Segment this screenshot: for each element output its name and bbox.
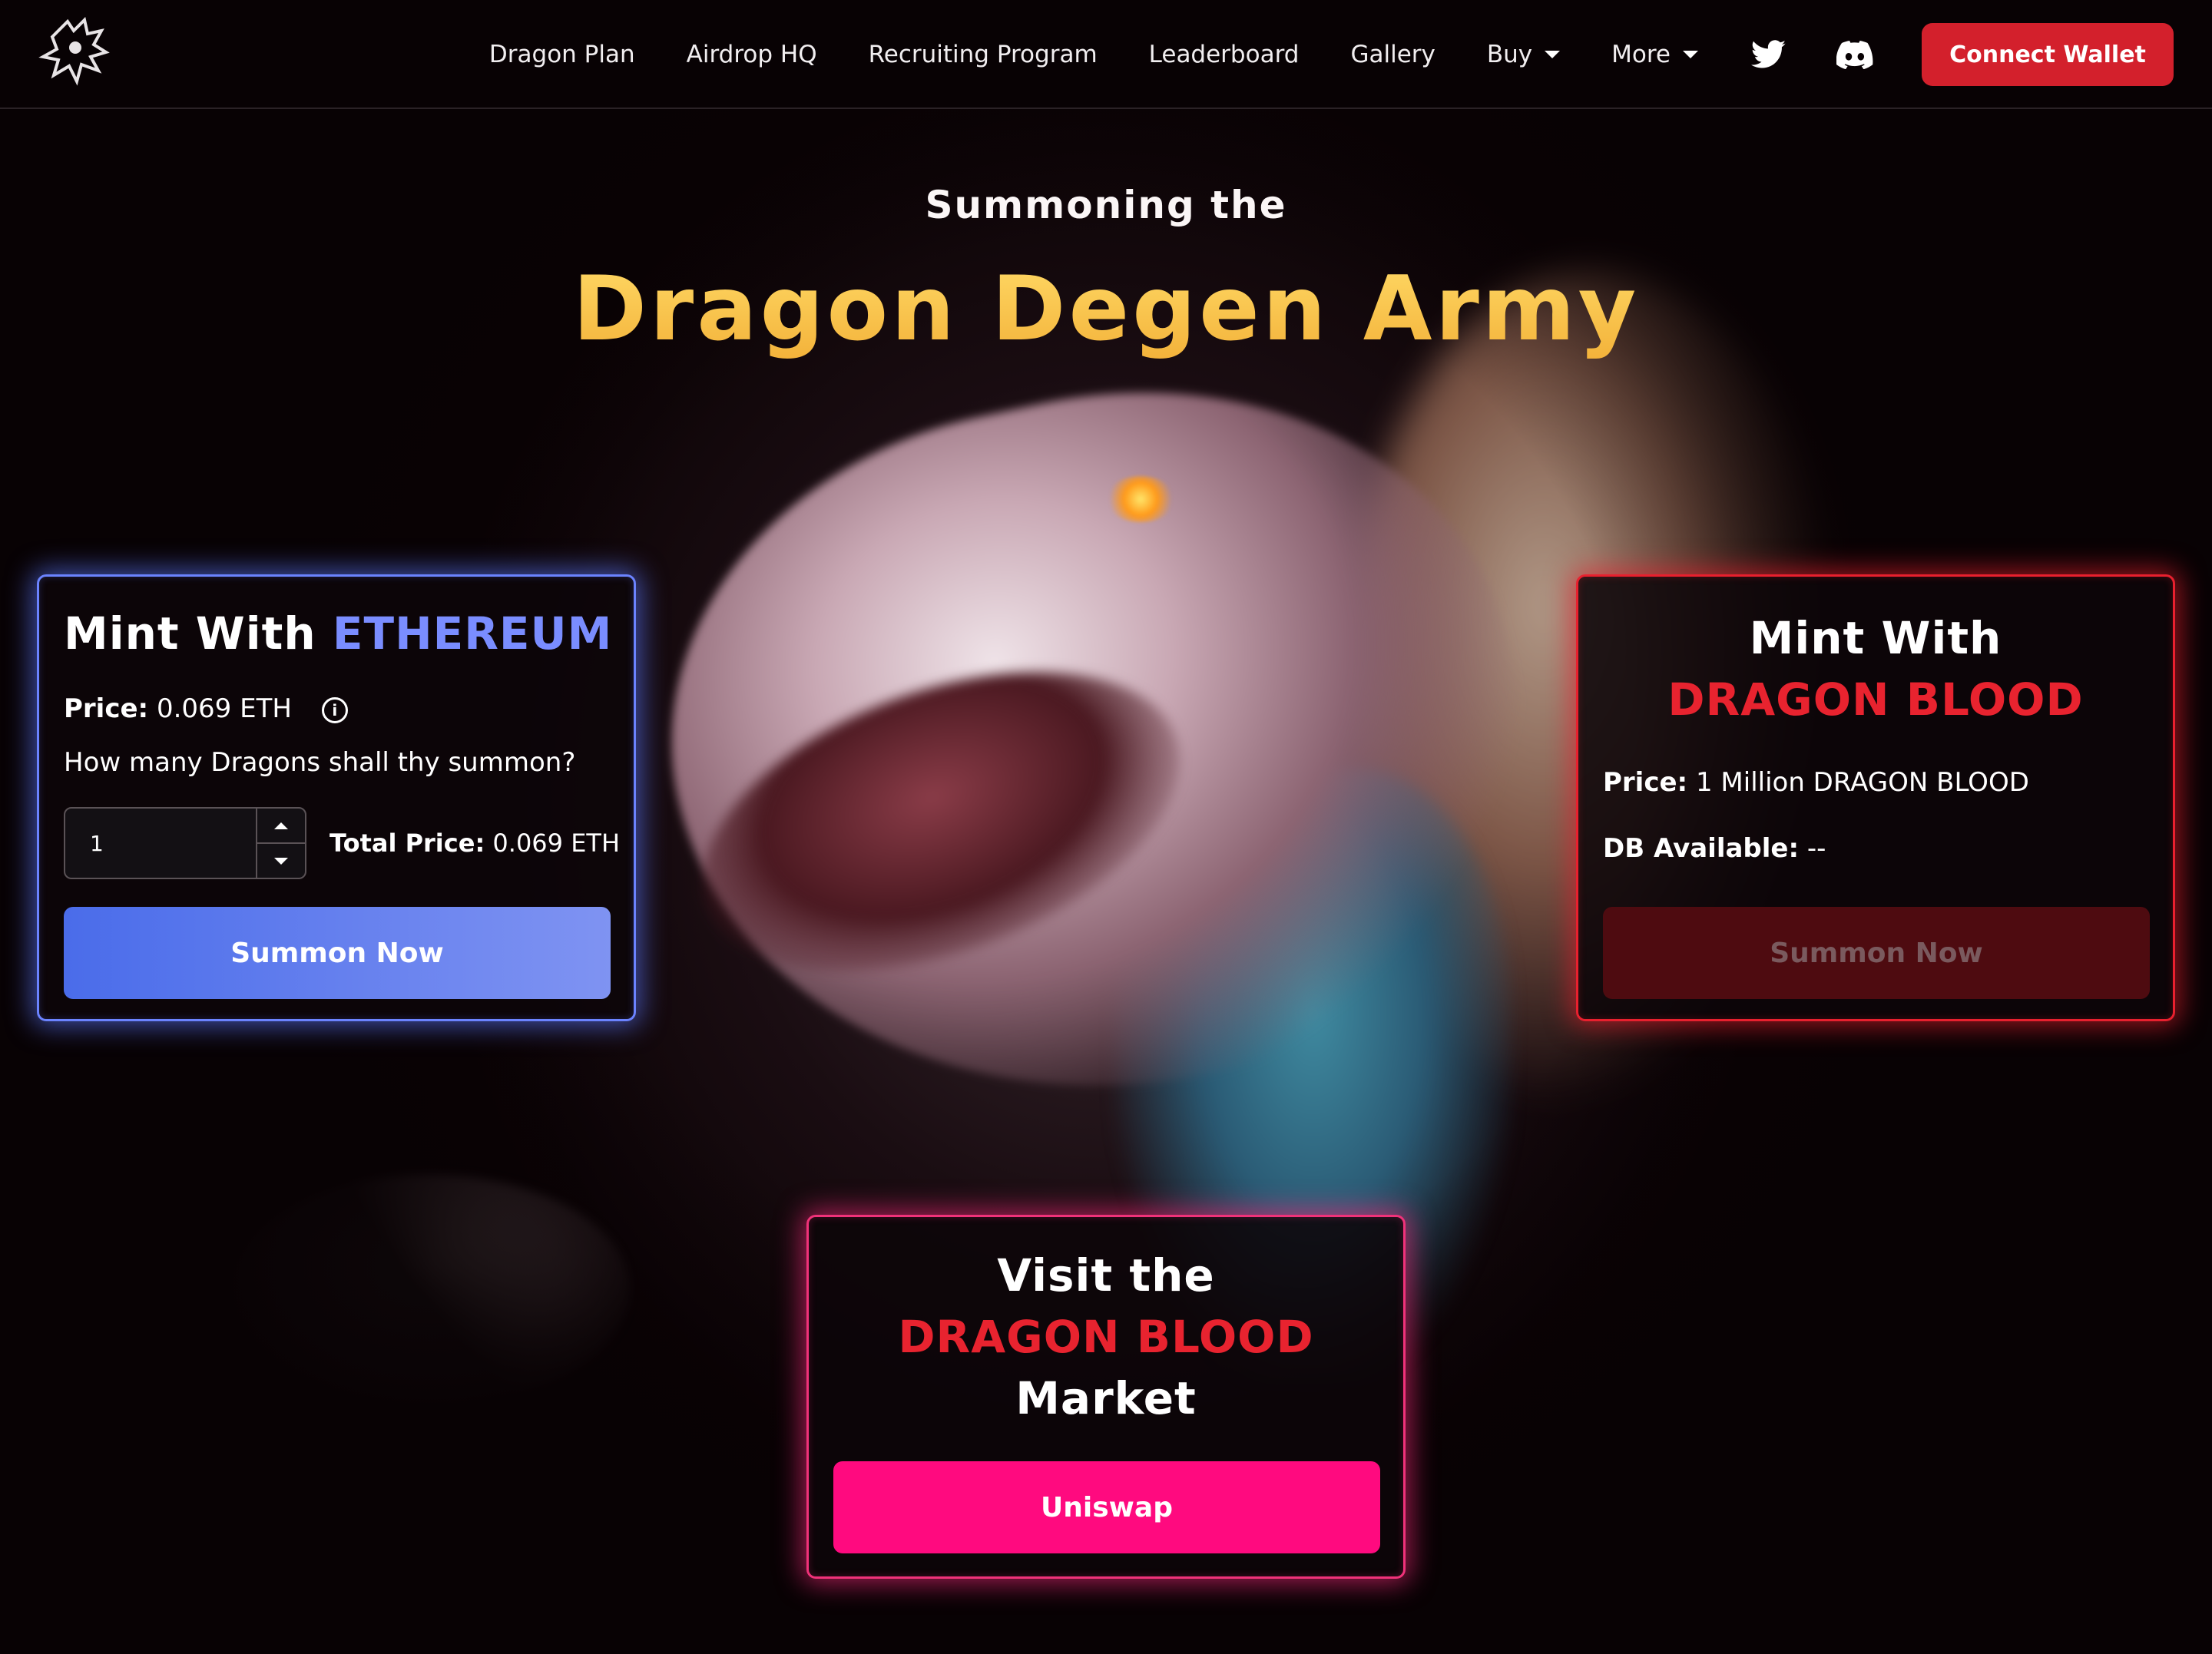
db-available-label: DB Available: [1603, 833, 1800, 864]
market-heading: Visit the DRAGON BLOOD Market [809, 1245, 1403, 1429]
summon-eth-button[interactable]: Summon Now [64, 907, 611, 999]
nav-link-dragon-plan[interactable]: Dragon Plan [489, 41, 635, 68]
nav-dropdown-buy-label: Buy [1486, 41, 1533, 68]
stepper-buttons [256, 809, 305, 878]
nav-dropdown-buy[interactable]: Buy [1486, 41, 1561, 68]
eth-quantity-question: How many Dragons shall thy summon? [64, 747, 576, 778]
nav-link-airdrop-hq[interactable]: Airdrop HQ [687, 41, 817, 68]
mint-eth-heading-accent: ETHEREUM [332, 607, 613, 660]
mint-eth-heading: Mint With ETHEREUM [64, 607, 612, 660]
hero-title: Dragon Degen Army [0, 257, 2212, 361]
nav-links: Dragon Plan Airdrop HQ Recruiting Progra… [489, 0, 2174, 109]
db-available-value: -- [1806, 833, 1826, 864]
dragon-logo-icon[interactable] [37, 14, 111, 91]
mint-db-heading-accent: DRAGON BLOOD [1667, 673, 2084, 726]
nav-link-gallery[interactable]: Gallery [1350, 41, 1435, 68]
market-card: Visit the DRAGON BLOOD Market Uniswap [806, 1215, 1406, 1579]
nav-dropdown-more-label: More [1611, 41, 1671, 68]
db-price-row: Price: 1 Million DRAGON BLOOD [1603, 767, 2029, 798]
quantity-input[interactable] [65, 809, 256, 878]
decrement-button[interactable] [257, 842, 305, 878]
connect-wallet-button[interactable]: Connect Wallet [1922, 23, 2174, 86]
hero-subtitle: Summoning the [925, 183, 1287, 227]
increment-button[interactable] [257, 809, 305, 842]
summon-db-button[interactable]: Summon Now [1603, 907, 2150, 999]
quantity-stepper[interactable] [64, 807, 306, 879]
chevron-down-icon [1683, 51, 1698, 58]
nav-link-recruiting-program[interactable]: Recruiting Program [869, 41, 1098, 68]
eth-total-label: Total Price: [329, 829, 485, 858]
eth-price-value: 0.069 ETH [156, 693, 292, 724]
mint-eth-card: Mint With ETHEREUM Price: 0.069 ETH i Ho… [37, 574, 636, 1021]
nav-dropdown-more[interactable]: More [1611, 41, 1698, 68]
eth-total-price: Total Price: 0.069 ETH [329, 829, 620, 858]
nav-link-leaderboard[interactable]: Leaderboard [1149, 41, 1300, 68]
discord-icon[interactable] [1836, 38, 1874, 71]
chevron-up-icon [274, 822, 288, 829]
db-price-label: Price: [1603, 767, 1688, 798]
info-icon[interactable]: i [321, 696, 348, 723]
chevron-down-icon [274, 857, 288, 865]
mint-db-heading-prefix: Mint With [1749, 612, 2002, 664]
mint-eth-heading-prefix: Mint With [64, 607, 316, 660]
eth-price-row: Price: 0.069 ETH i [64, 693, 348, 724]
mint-db-heading: Mint With DRAGON BLOOD [1578, 607, 2173, 730]
eth-price-label: Price: [64, 693, 149, 724]
market-heading-line3: Market [1015, 1372, 1197, 1424]
db-price-value: 1 Million DRAGON BLOOD [1695, 767, 2029, 798]
chevron-down-icon [1545, 51, 1561, 58]
twitter-icon[interactable] [1750, 38, 1788, 71]
market-heading-line1: Visit the [997, 1249, 1215, 1302]
db-available-row: DB Available: -- [1603, 833, 1826, 864]
uniswap-button[interactable]: Uniswap [833, 1461, 1380, 1553]
eth-total-value: 0.069 ETH [492, 829, 621, 858]
top-navbar: Dragon Plan Airdrop HQ Recruiting Progra… [0, 0, 2212, 109]
market-heading-line2: DRAGON BLOOD [898, 1311, 1314, 1363]
mint-db-card: Mint With DRAGON BLOOD Price: 1 Million … [1576, 574, 2175, 1021]
